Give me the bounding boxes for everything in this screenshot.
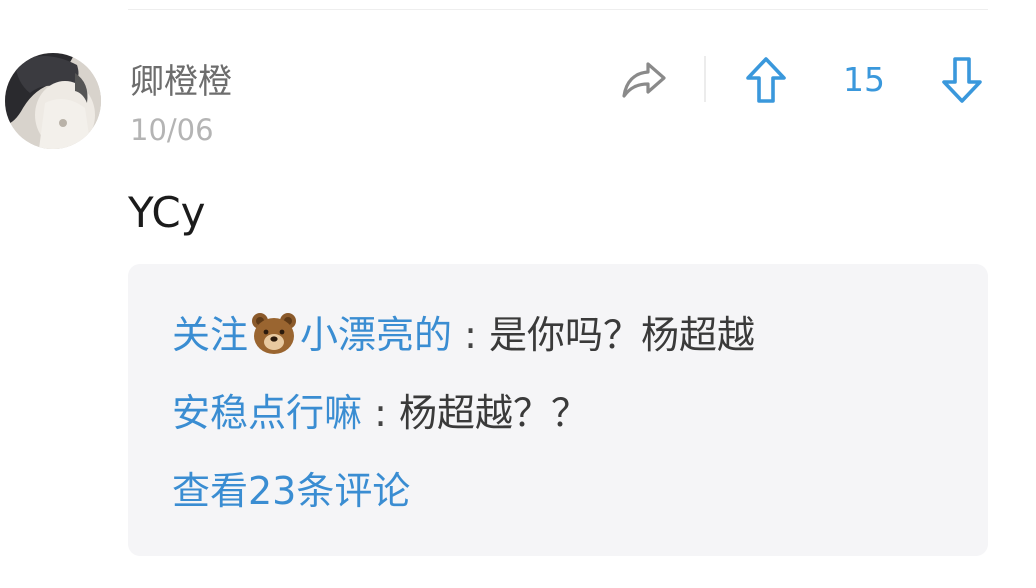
reply-author[interactable]: 关注 小漂亮的 <box>172 313 452 357</box>
view-all-comments-link[interactable]: 查看23条评论 <box>172 468 410 514</box>
reply-author-prefix: 关注 <box>172 313 249 357</box>
reply-preview-box[interactable]: 关注 小漂亮的 : 是你吗？杨超越 安稳点行嘛 : 杨超越？？ 查看23条评论 <box>128 264 988 556</box>
reply-separator: : <box>374 391 387 435</box>
reply-separator: : <box>464 313 477 357</box>
reply-author-suffix: 小漂亮的 <box>300 313 453 357</box>
reply-text: 是你吗？杨超越 <box>489 313 756 357</box>
downvote-icon <box>942 57 982 103</box>
reply-item[interactable]: 安稳点行嘛 : 杨超越？？ <box>172 390 589 436</box>
post-content: YCy <box>128 188 206 237</box>
action-divider <box>704 56 706 102</box>
reply-text: 杨超越？？ <box>399 391 590 435</box>
upvote-button[interactable] <box>738 52 794 108</box>
post-date: 10/06 <box>130 113 214 147</box>
share-button[interactable] <box>616 52 672 108</box>
post-actions: 15 <box>616 52 996 108</box>
username[interactable]: 卿橙橙 <box>130 62 232 102</box>
downvote-button[interactable] <box>934 52 990 108</box>
reply-author[interactable]: 安稳点行嘛 <box>172 391 362 435</box>
bear-emoji <box>252 313 297 354</box>
avatar-photo <box>5 53 101 149</box>
avatar[interactable] <box>5 53 101 149</box>
share-icon <box>622 62 666 98</box>
vote-count: 15 <box>843 60 885 99</box>
top-divider <box>128 9 988 10</box>
reply-item[interactable]: 关注 小漂亮的 : 是你吗？杨超越 <box>172 310 755 358</box>
upvote-icon <box>746 57 786 103</box>
